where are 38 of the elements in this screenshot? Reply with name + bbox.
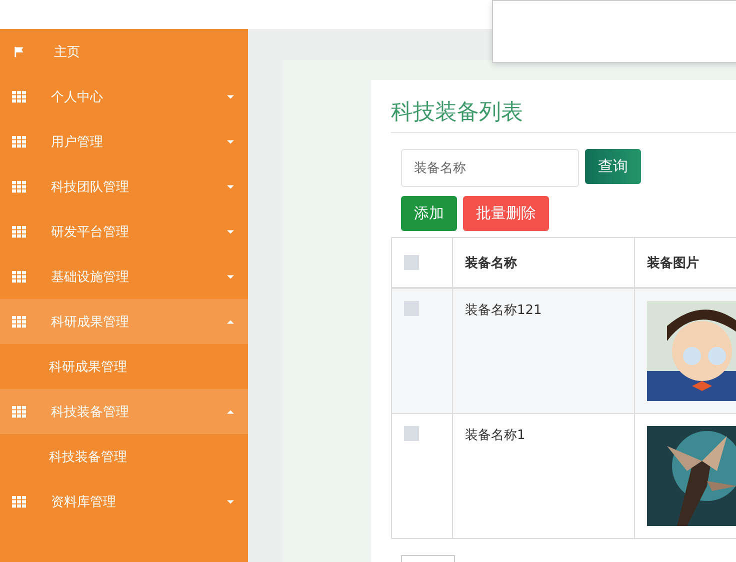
caret-icon [227,94,234,98]
sidebar-item[interactable]: 科技团队管理 [0,164,248,209]
grid-icon [12,496,26,508]
page-title: 科技装备列表 [391,100,524,126]
sidebar-item[interactable]: 个人中心 [0,74,248,119]
sidebar-item[interactable]: 科研成果管理 [0,299,248,344]
flag-icon [12,46,26,58]
grid-icon [12,270,26,282]
sidebar-item[interactable]: 资料库管理 [0,479,248,524]
grid-icon [12,316,26,328]
sidebar-subitem[interactable]: 科技装备管理 [0,434,248,479]
sidebar-subitem[interactable]: 科研成果管理 [0,344,248,389]
grid-icon [12,226,26,238]
caret-icon [227,140,234,144]
sidebar-item[interactable]: 用户管理 [0,119,248,164]
grid-icon [12,180,26,192]
search-button[interactable]: 查询 [585,149,641,184]
grid-icon [12,90,26,102]
caret-icon [227,274,234,278]
checkbox[interactable] [404,301,419,316]
caret-icon [227,500,234,504]
sidebar-item[interactable]: 基础设施管理 [0,254,248,299]
search-field[interactable]: 装备名称 [401,149,579,187]
caret-icon [227,320,234,324]
sidebar-item[interactable]: 研发平台管理 [0,209,248,254]
grid-icon [12,136,26,148]
checkbox[interactable] [404,255,419,270]
table-cell: 装备名称1 [452,414,634,538]
caret-icon [227,184,234,188]
checkbox[interactable] [404,426,419,441]
add-button[interactable]: 添加 [401,196,457,231]
caret-icon [227,230,234,234]
batch-delete-button[interactable]: 批量删除 [463,196,549,231]
sidebar-item[interactable]: 主页 [0,29,248,74]
caret-icon [227,410,234,414]
grid-icon [12,406,26,418]
sidebar-item[interactable]: 科技装备管理 [0,389,248,434]
table-cell: 装备名称121 [452,288,634,414]
